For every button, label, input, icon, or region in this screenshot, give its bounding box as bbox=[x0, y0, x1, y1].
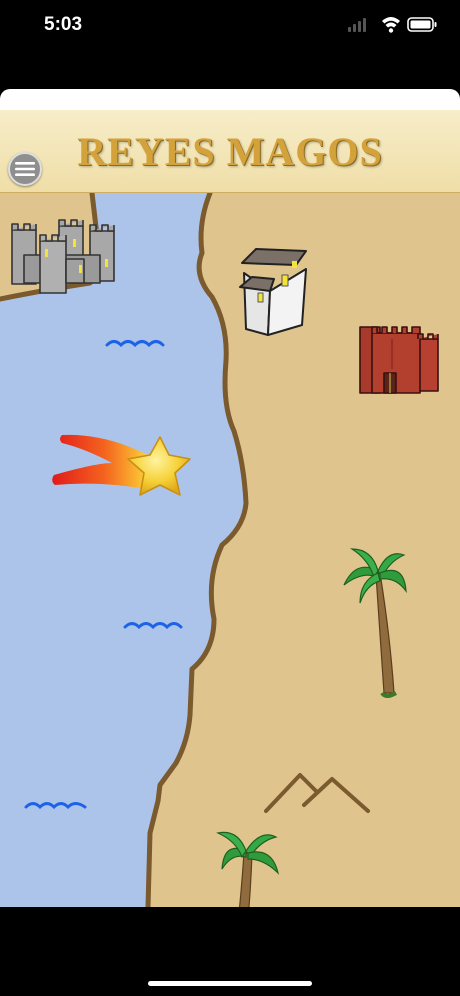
page-title: REYES MAGOS bbox=[77, 129, 383, 174]
house-white-icon bbox=[239, 248, 307, 336]
status-icons bbox=[348, 17, 437, 33]
map-canvas bbox=[0, 193, 439, 907]
menu-button[interactable] bbox=[8, 152, 42, 186]
status-time: 5:03 bbox=[44, 14, 83, 35]
palm-tree-icon bbox=[216, 831, 280, 907]
header: REYES MAGOS bbox=[0, 110, 460, 193]
castle-gray-icon bbox=[11, 219, 115, 294]
sea bbox=[0, 193, 246, 907]
map bbox=[0, 193, 460, 907]
home-indicator[interactable] bbox=[148, 981, 312, 986]
mountains-icon bbox=[264, 773, 370, 813]
cellular-signal-icon bbox=[348, 18, 366, 32]
wifi-icon bbox=[382, 17, 400, 33]
castle-red-icon bbox=[359, 326, 439, 394]
app-view: REYES MAGOS bbox=[0, 89, 460, 907]
hamburger-menu-icon bbox=[15, 162, 35, 176]
palm-tree-icon bbox=[343, 548, 407, 698]
status-bar: 5:03 bbox=[0, 0, 460, 52]
battery-icon bbox=[407, 17, 437, 32]
